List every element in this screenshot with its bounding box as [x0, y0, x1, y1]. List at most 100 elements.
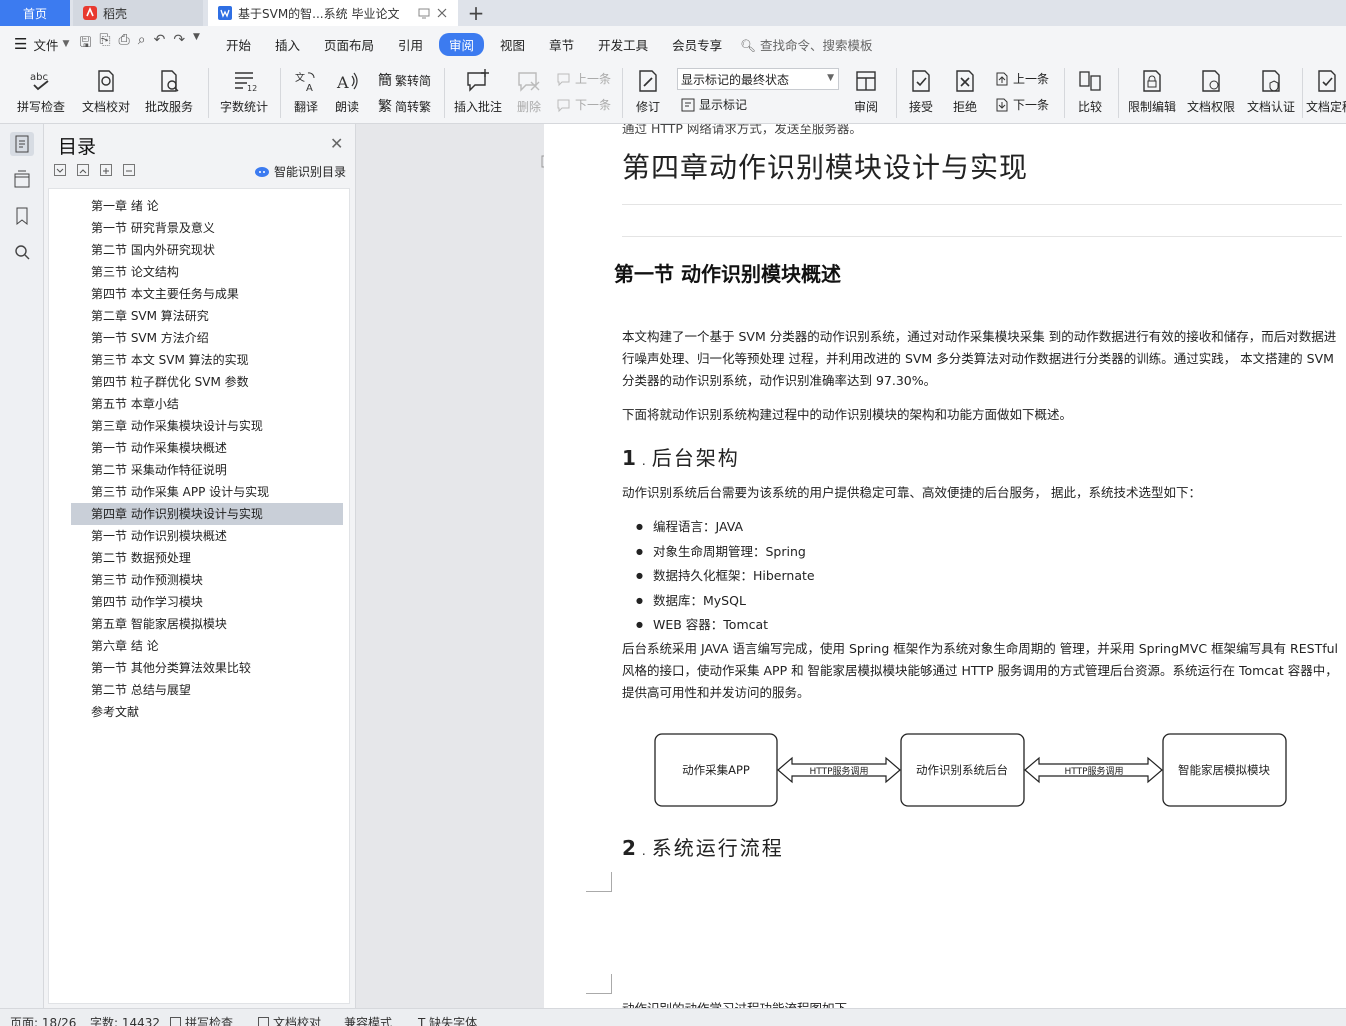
- previous-change-button[interactable]: 上一条: [994, 70, 1049, 87]
- add-level-icon[interactable]: [100, 164, 112, 176]
- smart-toc-button[interactable]: 智能识别目录: [254, 163, 346, 180]
- diagram-arrow-2-label: HTTP服务调用: [1064, 765, 1123, 777]
- compare-button[interactable]: 比较: [1070, 62, 1110, 115]
- close-icon[interactable]: ✕: [330, 134, 343, 153]
- undo-icon[interactable]: ↶: [154, 32, 166, 56]
- close-tab-icon[interactable]: [436, 7, 448, 19]
- document-page-next[interactable]: 动作识别的动作学习过程功能流程图如下: [544, 914, 1346, 1008]
- chapter-panel-button[interactable]: [10, 168, 34, 192]
- delete-comment-button[interactable]: 删除: [510, 62, 548, 115]
- print-preview-icon[interactable]: ⌕: [138, 32, 146, 56]
- menu-chapter[interactable]: 章节: [537, 35, 586, 54]
- toc-item[interactable]: 第二章 SVM 算法研究: [49, 305, 349, 327]
- word-count-icon: 123: [235, 72, 257, 93]
- menu-references[interactable]: 引用: [386, 35, 435, 54]
- proofread-icon: [258, 1017, 269, 1026]
- document-page[interactable]: 通过 HTTP 网络请求方式，发送至服务器。 第四章动作识别模块设计与实现 第一…: [544, 124, 1346, 894]
- toc-item[interactable]: 第一节 动作识别模块概述: [49, 525, 349, 547]
- collapse-all-icon[interactable]: [54, 164, 66, 176]
- toc-item[interactable]: 第二节 国内外研究现状: [49, 239, 349, 261]
- toc-item[interactable]: 第三节 动作预测模块: [49, 569, 349, 591]
- redo-icon[interactable]: ↷: [173, 32, 185, 56]
- next-change-button[interactable]: 下一条: [994, 96, 1049, 113]
- toc-item[interactable]: 参考文献: [49, 701, 349, 723]
- paragraph-backend-desc: 后台系统采用 JAVA 语言编写完成，使用 Spring 框架作为系统对象生命周…: [622, 641, 1338, 700]
- previous-comment-button[interactable]: 上一条: [556, 70, 611, 87]
- find-panel-button[interactable]: [10, 240, 34, 264]
- restrict-editing-button[interactable]: 限制编辑: [1124, 62, 1180, 115]
- new-tab-button[interactable]: +: [458, 0, 494, 26]
- word-count-button[interactable]: 123 字数统计: [218, 62, 270, 115]
- toc-item[interactable]: 第五章 智能家居模拟模块: [49, 613, 349, 635]
- toc-item[interactable]: 第四节 粒子群优化 SVM 参数: [49, 371, 349, 393]
- spell-check-toggle[interactable]: 拼写检查: [170, 1014, 233, 1026]
- track-changes-button[interactable]: 修订: [628, 62, 668, 115]
- accept-button[interactable]: 接受: [902, 62, 940, 115]
- document-certify-button[interactable]: 文档认证: [1244, 62, 1298, 115]
- toc-item[interactable]: 第一节 研究背景及意义: [49, 217, 349, 239]
- toc-item[interactable]: 第四节 本文主要任务与成果: [49, 283, 349, 305]
- toc-item[interactable]: 第五节 本章小结: [49, 393, 349, 415]
- proofread-toggle[interactable]: 文档校对: [258, 1014, 321, 1026]
- missing-font-button[interactable]: T̲ 缺失字体: [418, 1014, 477, 1026]
- menu-layout[interactable]: 页面布局: [312, 35, 386, 54]
- review-pane-button[interactable]: 审阅: [846, 62, 886, 115]
- menu-insert[interactable]: 插入: [263, 35, 312, 54]
- page-indicator[interactable]: 页面: 18/26: [10, 1014, 76, 1026]
- tab-document[interactable]: 基于SVM的智...系统 毕业论文: [208, 0, 458, 26]
- proofread-button[interactable]: 文档校对: [80, 62, 132, 115]
- toc-item[interactable]: 第一章 绪 论: [49, 195, 349, 217]
- menu-view[interactable]: 视图: [488, 35, 537, 54]
- customize-icon[interactable]: ▼: [193, 32, 200, 56]
- show-markup-button[interactable]: 显示标记: [680, 96, 747, 113]
- toc-item[interactable]: 第一节 其他分类算法效果比较: [49, 657, 349, 679]
- batch-service-button[interactable]: 批改服务: [140, 62, 198, 115]
- toc-item[interactable]: 第一节 动作采集模块概述: [49, 437, 349, 459]
- toc-item[interactable]: 第二节 数据预处理: [49, 547, 349, 569]
- word-count-indicator[interactable]: 字数: 14432: [90, 1014, 160, 1026]
- ribbon-review: abc 拼写检查 文档校对 批改服务 123 字数统计 文A 翻译 A 朗读 簡…: [0, 62, 1346, 124]
- menu-start[interactable]: 开始: [214, 35, 263, 54]
- toc-item[interactable]: 第一节 SVM 方法介绍: [49, 327, 349, 349]
- document-rights-button[interactable]: 文档权限: [1184, 62, 1238, 115]
- next-comment-button[interactable]: 下一条: [556, 96, 611, 113]
- export-pdf-icon[interactable]: ⎘: [99, 32, 110, 56]
- bookmark-icon: [16, 207, 28, 226]
- toc-item[interactable]: 第三节 动作采集 APP 设计与实现: [49, 481, 349, 503]
- print-icon[interactable]: ⎙: [119, 32, 130, 56]
- tab-home[interactable]: 首页: [0, 0, 70, 26]
- svg-text:A: A: [336, 73, 349, 92]
- command-search[interactable]: 🔍︎ 查找命令、搜索模板: [740, 35, 872, 54]
- toc-panel-button[interactable]: [10, 132, 34, 156]
- toc-item[interactable]: 第四章 动作识别模块设计与实现: [71, 503, 343, 525]
- traditional-to-simplified-button[interactable]: 簡繁转简: [378, 70, 431, 90]
- menu-member[interactable]: 会员专享: [660, 35, 734, 54]
- bookmark-panel-button[interactable]: [10, 204, 34, 228]
- spell-check-button[interactable]: abc 拼写检查: [12, 62, 70, 115]
- toc-item[interactable]: 第六章 结 论: [49, 635, 349, 657]
- tab-daoke[interactable]: 稻壳: [73, 0, 203, 26]
- chevron-down-icon[interactable]: ▼: [62, 39, 69, 49]
- menu-review[interactable]: 审阅: [439, 32, 485, 56]
- remove-level-icon[interactable]: [123, 164, 135, 176]
- menu-developer[interactable]: 开发工具: [586, 35, 660, 54]
- list-item: 数据库：MySQL: [636, 590, 815, 615]
- simplified-to-traditional-button[interactable]: 繁简转繁: [378, 96, 431, 116]
- markup-state-select[interactable]: 显示标记的最终状态 ▼: [677, 68, 839, 90]
- toc-item[interactable]: 第二节 采集动作特征说明: [49, 459, 349, 481]
- toc-item[interactable]: 第三章 动作采集模块设计与实现: [49, 415, 349, 437]
- finalize-button[interactable]: 文档定稿: [1306, 62, 1346, 115]
- read-aloud-button[interactable]: A 朗读: [330, 62, 364, 115]
- translate-button[interactable]: 文A 翻译: [286, 62, 326, 115]
- toc-item[interactable]: 第三节 论文结构: [49, 261, 349, 283]
- toc-item[interactable]: 第三节 本文 SVM 算法的实现: [49, 349, 349, 371]
- expand-all-icon[interactable]: [77, 164, 89, 176]
- toc-item[interactable]: 第四节 动作学习模块: [49, 591, 349, 613]
- hamburger-icon[interactable]: ☰: [14, 35, 27, 53]
- save-icon[interactable]: 🖫: [79, 32, 91, 56]
- s2t-icon: 繁: [378, 99, 392, 115]
- monitor-icon[interactable]: [418, 7, 430, 19]
- reject-button[interactable]: 拒绝: [946, 62, 984, 115]
- toc-item[interactable]: 第二节 总结与展望: [49, 679, 349, 701]
- insert-comment-button[interactable]: 插入批注: [452, 62, 504, 115]
